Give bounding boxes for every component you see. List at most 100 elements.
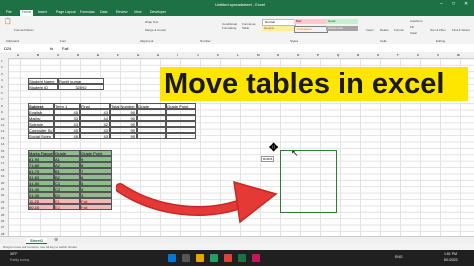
row-header[interactable]: 16 bbox=[1, 155, 4, 159]
row-header[interactable]: 6 bbox=[1, 91, 3, 95]
style-calculation[interactable]: Calculation bbox=[294, 26, 328, 33]
row-header[interactable]: 19 bbox=[1, 174, 4, 178]
row-header[interactable]: 21 bbox=[1, 187, 4, 191]
maximize-icon[interactable]: □ bbox=[452, 1, 455, 7]
column-header[interactable]: C bbox=[57, 53, 59, 57]
student-id-label[interactable]: Student ID bbox=[28, 84, 58, 90]
row-header[interactable]: 4 bbox=[1, 78, 3, 82]
grade-table-cell[interactable]: 00-10 bbox=[28, 204, 54, 210]
edge-icon[interactable] bbox=[210, 254, 218, 262]
column-header[interactable]: Q bbox=[337, 53, 339, 57]
column-header[interactable]: F bbox=[117, 53, 119, 57]
column-header[interactable]: V bbox=[437, 53, 439, 57]
start-icon[interactable] bbox=[168, 254, 176, 262]
merge-center-button[interactable]: Merge & Center bbox=[145, 28, 166, 32]
row-header[interactable]: 22 bbox=[1, 193, 4, 197]
column-header[interactable]: B bbox=[37, 53, 39, 57]
subject-table-cell[interactable]: Social Scien bbox=[28, 133, 54, 139]
row-header[interactable]: 2 bbox=[1, 65, 3, 69]
row-header[interactable]: 27 bbox=[1, 225, 4, 229]
sort-filter-button[interactable]: Sort & Filter bbox=[430, 28, 446, 32]
grade-table-cell[interactable]: E2 bbox=[54, 204, 80, 210]
subject-table-cell[interactable] bbox=[137, 133, 166, 139]
column-header[interactable]: P bbox=[317, 53, 319, 57]
format-painter-button[interactable]: Format Painter bbox=[14, 28, 34, 32]
row-header[interactable]: 17 bbox=[1, 161, 4, 165]
row-header[interactable]: 5 bbox=[1, 85, 3, 89]
fill-button[interactable]: Fill bbox=[410, 25, 414, 29]
tab-page-layout[interactable]: Page Layout bbox=[56, 10, 76, 14]
clear-button[interactable]: Clear bbox=[410, 31, 417, 35]
delete-button[interactable]: Delete bbox=[380, 28, 389, 32]
row-header[interactable]: 3 bbox=[1, 72, 3, 76]
column-header[interactable]: N bbox=[277, 53, 279, 57]
tab-review[interactable]: Review bbox=[116, 10, 127, 14]
row-header[interactable]: 24 bbox=[1, 206, 4, 210]
column-header[interactable]: G bbox=[137, 53, 139, 57]
tab-data[interactable]: Data bbox=[100, 10, 107, 14]
chrome-icon[interactable] bbox=[224, 254, 232, 262]
wrap-text-button[interactable]: Wrap Text bbox=[145, 20, 158, 24]
column-header[interactable]: O bbox=[297, 53, 299, 57]
row-header[interactable]: 25 bbox=[1, 213, 4, 217]
row-header[interactable]: 7 bbox=[1, 97, 3, 101]
column-header[interactable]: W bbox=[457, 53, 460, 57]
style-good[interactable]: Good bbox=[326, 19, 358, 24]
tab-insert[interactable]: Insert bbox=[38, 10, 47, 14]
row-header[interactable]: 14 bbox=[1, 142, 4, 146]
clock-date[interactable]: 8/1/2023 bbox=[444, 258, 458, 262]
paste-icon[interactable]: 📋 bbox=[4, 18, 11, 25]
style-check-cell[interactable]: Check Cell bbox=[326, 26, 358, 31]
column-header[interactable]: E bbox=[97, 53, 99, 57]
subject-table-cell[interactable]: 45 bbox=[54, 133, 80, 139]
subject-table-cell[interactable]: 43 bbox=[80, 133, 110, 139]
tab-view[interactable]: View bbox=[134, 10, 142, 14]
formula-input[interactable]: Fail bbox=[62, 46, 68, 51]
column-header[interactable]: D bbox=[77, 53, 79, 57]
column-header[interactable]: L bbox=[237, 53, 239, 57]
add-sheet-icon[interactable]: ⊕ bbox=[54, 237, 58, 243]
conditional-formatting-button[interactable]: Conditional Formatting bbox=[222, 22, 238, 30]
row-header[interactable]: 8 bbox=[1, 104, 3, 108]
name-box[interactable]: D24 bbox=[4, 46, 11, 51]
row-header[interactable]: 15 bbox=[1, 149, 4, 153]
insert-button[interactable]: Insert bbox=[366, 28, 374, 32]
weather-temp[interactable]: 30°F bbox=[10, 252, 17, 256]
subject-table-cell[interactable]: 90 bbox=[110, 133, 137, 139]
column-header[interactable]: J bbox=[197, 53, 199, 57]
row-header[interactable]: 10 bbox=[1, 117, 4, 121]
tab-formulas[interactable]: Formulas bbox=[80, 10, 95, 14]
column-header[interactable]: K bbox=[217, 53, 219, 57]
column-header[interactable]: T bbox=[397, 53, 399, 57]
grade-table-cell[interactable]: Fail bbox=[80, 204, 112, 210]
format-button[interactable]: Format bbox=[394, 28, 404, 32]
style-normal[interactable]: Normal bbox=[262, 19, 296, 26]
row-header[interactable]: 13 bbox=[1, 136, 4, 140]
file-explorer-icon[interactable] bbox=[196, 254, 204, 262]
minimize-icon[interactable]: – bbox=[440, 1, 443, 7]
subject-table-cell[interactable] bbox=[166, 133, 196, 139]
row-header[interactable]: 20 bbox=[1, 181, 4, 185]
excel-icon[interactable] bbox=[238, 254, 246, 262]
row-header[interactable]: 23 bbox=[1, 200, 4, 204]
close-icon[interactable]: ✕ bbox=[464, 1, 468, 7]
row-header[interactable]: 18 bbox=[1, 168, 4, 172]
column-header[interactable]: M bbox=[257, 53, 260, 57]
style-bad[interactable]: Bad bbox=[294, 19, 326, 24]
row-header[interactable]: 1 bbox=[1, 59, 3, 63]
format-as-table-button[interactable]: Format as Table bbox=[242, 22, 258, 30]
clock-time[interactable]: 1:51 PM bbox=[444, 252, 457, 256]
tab-file[interactable]: File bbox=[6, 10, 12, 14]
language-indicator[interactable]: ENG bbox=[395, 255, 403, 259]
column-header[interactable]: U bbox=[417, 53, 419, 57]
student-id-value[interactable]: 32092 bbox=[58, 84, 104, 90]
search-icon[interactable] bbox=[182, 254, 190, 262]
column-header[interactable]: H bbox=[157, 53, 159, 57]
row-header[interactable]: 9 bbox=[1, 110, 3, 114]
row-header[interactable]: 11 bbox=[1, 123, 4, 127]
column-header[interactable]: S bbox=[377, 53, 379, 57]
app-icon[interactable] bbox=[252, 254, 260, 262]
tab-developer[interactable]: Developer bbox=[150, 10, 166, 14]
autosum-button[interactable]: AutoSum bbox=[410, 19, 422, 23]
column-header[interactable]: R bbox=[357, 53, 359, 57]
